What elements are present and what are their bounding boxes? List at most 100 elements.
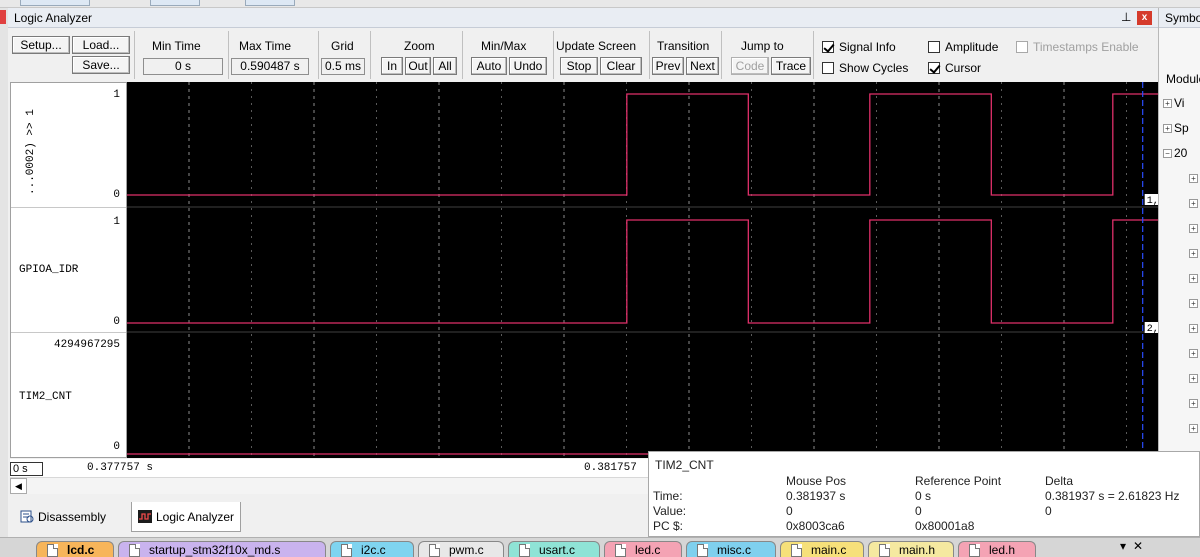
zoom-label: Zoom xyxy=(404,39,435,53)
modules-label: Modules xyxy=(1166,72,1200,86)
signal-row[interactable]: 1 ...0002) >> 1 0 xyxy=(11,83,126,208)
tree-child[interactable]: + xyxy=(1189,296,1200,312)
expand-icon[interactable]: + xyxy=(1189,299,1198,309)
signal-row[interactable]: 1 GPIOA_IDR 0 xyxy=(11,208,126,333)
expand-icon[interactable]: + xyxy=(1189,374,1198,384)
checkbox-unchecked-icon xyxy=(928,41,940,53)
tab-logic-analyzer[interactable]: Logic Analyzer xyxy=(131,502,242,532)
tree-child[interactable]: + xyxy=(1189,346,1200,362)
expand-icon[interactable]: + xyxy=(1189,249,1198,259)
collapse-icon[interactable]: − xyxy=(1163,149,1172,159)
expand-icon[interactable]: + xyxy=(1189,399,1198,409)
setup-button[interactable]: Setup... xyxy=(12,36,70,54)
pin-icon[interactable]: ⊥ xyxy=(1121,10,1131,24)
file-tab[interactable]: pwm.c xyxy=(418,541,504,557)
tree-child[interactable]: + xyxy=(1189,246,1200,262)
file-tab-label: main.h xyxy=(899,543,936,557)
time-offset-box[interactable]: 0 s xyxy=(10,462,43,476)
file-tab[interactable]: i2c.c xyxy=(330,541,414,557)
file-icon xyxy=(697,544,708,557)
cursor-checkbox[interactable]: Cursor xyxy=(928,61,981,77)
popup-mouse-pc: 0x8003ca6 xyxy=(786,519,845,533)
close-tab-icon[interactable]: ✕ xyxy=(1133,539,1143,553)
expand-icon[interactable]: + xyxy=(1189,224,1198,234)
tree-item[interactable]: −20 xyxy=(1163,146,1200,162)
disassembly-icon xyxy=(20,510,34,523)
top-strip xyxy=(0,0,1200,8)
update-screen-label: Update Screen xyxy=(556,39,637,53)
min-time-group: Min Time 0 s xyxy=(135,31,229,79)
minmax-label: Min/Max xyxy=(481,39,527,53)
tree-child[interactable]: + xyxy=(1189,421,1200,437)
tree-child[interactable]: + xyxy=(1189,396,1200,412)
signal-info-checkbox[interactable]: Signal Info xyxy=(822,40,896,56)
top-tab-fragment[interactable] xyxy=(245,0,295,6)
tree-child[interactable]: + xyxy=(1189,271,1200,287)
file-tab[interactable]: led.c xyxy=(604,541,682,557)
expand-icon[interactable]: + xyxy=(1163,124,1172,134)
file-icon xyxy=(129,544,140,557)
tree-child[interactable]: + xyxy=(1189,196,1200,212)
expand-icon[interactable]: + xyxy=(1189,349,1198,359)
load-button[interactable]: Load... xyxy=(72,36,130,54)
save-button[interactable]: Save... xyxy=(72,56,130,74)
tree-child[interactable]: + xyxy=(1189,221,1200,237)
popup-row-time: Time: xyxy=(653,489,683,503)
zoom-in-button[interactable]: In xyxy=(381,57,403,75)
timestamps-enable-checkbox[interactable]: Timestamps Enable xyxy=(1016,40,1139,56)
show-cycles-checkbox[interactable]: Show Cycles xyxy=(822,61,908,77)
expand-icon[interactable]: + xyxy=(1189,199,1198,209)
scroll-left-icon[interactable]: ◀ xyxy=(10,478,27,494)
max-time-group: Max Time 0.590487 s xyxy=(229,31,319,79)
jump-to-group: Jump to Code Trace xyxy=(722,31,814,79)
clear-button[interactable]: Clear xyxy=(600,57,642,75)
tree-child[interactable]: + xyxy=(1189,321,1200,337)
expand-icon[interactable]: + xyxy=(1189,324,1198,334)
top-tab-fragment[interactable] xyxy=(150,0,200,6)
file-tab-label: main.c xyxy=(811,543,847,557)
amplitude-checkbox[interactable]: Amplitude xyxy=(928,40,998,56)
auto-button[interactable]: Auto xyxy=(471,57,507,75)
max-time-value: 0.590487 s xyxy=(231,58,309,75)
file-icon xyxy=(791,544,802,557)
stop-button[interactable]: Stop xyxy=(560,57,598,75)
waveform-canvas[interactable]: 1, d: 1 2, d: 2 xyxy=(127,82,1158,458)
file-tab[interactable]: led.h xyxy=(958,541,1036,557)
prev-transition-button[interactable]: Prev xyxy=(652,57,684,75)
tab-list-dropdown-icon[interactable]: ▾ xyxy=(1120,539,1126,553)
signal-name: ...0002) >> 1 xyxy=(25,109,37,195)
tab-disassembly[interactable]: Disassembly xyxy=(14,502,112,532)
jump-code-button[interactable]: Code xyxy=(731,57,769,75)
jump-trace-button[interactable]: Trace xyxy=(771,57,811,75)
file-icon xyxy=(969,544,980,557)
signal-name: GPIOA_IDR xyxy=(19,264,79,276)
file-tab[interactable]: usart.c xyxy=(508,541,600,557)
file-tab-label: led.h xyxy=(989,543,1016,557)
file-tab[interactable]: misc.c xyxy=(686,541,776,557)
signal-trace xyxy=(127,219,1158,324)
next-transition-button[interactable]: Next xyxy=(686,57,719,75)
tree-child[interactable]: + xyxy=(1189,371,1200,387)
signal-max-label: 1 xyxy=(113,89,120,101)
file-tab[interactable]: startup_stm32f10x_md.s xyxy=(118,541,326,557)
expand-icon[interactable]: + xyxy=(1189,424,1198,434)
waveform-area[interactable]: 1, d: 1 2, d: 2 xyxy=(127,82,1158,458)
file-tab[interactable]: main.h xyxy=(868,541,954,557)
tree-child[interactable]: + xyxy=(1189,171,1200,187)
top-tab-fragment[interactable] xyxy=(20,0,90,6)
expand-icon[interactable]: + xyxy=(1189,274,1198,284)
horizontal-scrollbar[interactable]: ◀ xyxy=(10,477,655,494)
expand-icon[interactable]: + xyxy=(1189,174,1198,184)
file-tab[interactable]: main.c xyxy=(780,541,864,557)
tree-item[interactable]: + Sp xyxy=(1163,121,1200,137)
close-icon[interactable]: x xyxy=(1137,11,1152,25)
undo-button[interactable]: Undo xyxy=(509,57,547,75)
signal-row[interactable]: 4294967295 TIM2_CNT 0 xyxy=(11,333,126,457)
signal-trace xyxy=(127,93,1158,196)
zoom-all-button[interactable]: All xyxy=(433,57,457,75)
zoom-out-button[interactable]: Out xyxy=(405,57,431,75)
tree-item[interactable]: + Vi xyxy=(1163,96,1200,112)
file-tab[interactable]: lcd.c xyxy=(36,541,114,557)
expand-icon[interactable]: + xyxy=(1163,99,1172,109)
popup-ref-value: 0 xyxy=(915,504,922,518)
